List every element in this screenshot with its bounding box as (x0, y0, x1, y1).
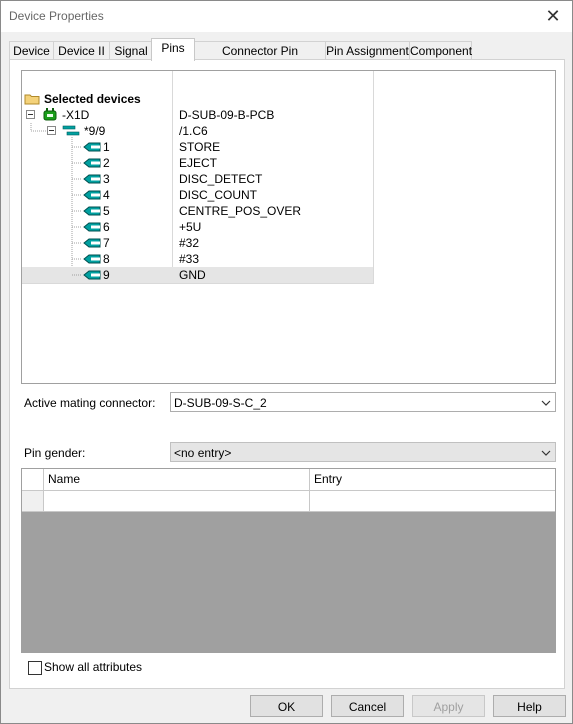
pin-icon (72, 270, 101, 280)
pin-label: 1 (103, 140, 110, 154)
pin-icon (72, 254, 101, 264)
tree-pin-row[interactable]: 8 #33 (22, 251, 373, 267)
tab-component[interactable]: Component (409, 41, 472, 60)
table-header: Name Entry (22, 469, 555, 491)
pin-value: STORE (179, 140, 221, 154)
column-header-name[interactable]: Name (44, 469, 310, 490)
tree-pin-row[interactable]: 3 DISC_DETECT (22, 171, 373, 187)
entry-cell[interactable] (310, 491, 555, 511)
title-bar: Device Properties ✕ (1, 1, 572, 32)
pin-label: 5 (103, 204, 110, 218)
pin-value: CENTRE_POS_OVER (179, 204, 302, 218)
mating-connector-value: D-SUB-09-S-C_2 (174, 396, 267, 410)
pin-label: 6 (103, 220, 110, 234)
tree-pin-row-selected[interactable]: 9 GND (22, 267, 373, 283)
chevron-down-icon[interactable] (541, 393, 551, 419)
pin-value: DISC_COUNT (179, 188, 258, 202)
pin-icon (72, 158, 101, 168)
column-header-entry[interactable]: Entry (310, 469, 555, 490)
pin-value: +5U (179, 220, 202, 234)
pin-value: EJECT (179, 156, 218, 170)
tree-pin-row[interactable]: 5 CENTRE_POS_OVER (22, 203, 373, 219)
tab-signal[interactable]: Signal (109, 41, 153, 60)
close-icon[interactable]: ✕ (542, 5, 564, 27)
mating-connector-select[interactable]: D-SUB-09-S-C_2 (170, 392, 556, 412)
tab-device[interactable]: Device (9, 41, 54, 60)
pin-label: 3 (103, 172, 110, 186)
mating-connector-label: Active mating connector: (24, 396, 156, 410)
tree-pin-row[interactable]: 4 DISC_COUNT (22, 187, 373, 203)
tree-pin-row[interactable]: 2 EJECT (22, 155, 373, 171)
row-header-cell[interactable] (22, 491, 44, 511)
tab-device-ii[interactable]: Device II (53, 41, 110, 60)
pin-label: 7 (103, 236, 110, 250)
device-tree[interactable]: Selected devices -X1D D-SUB-09-B-PCB *9/… (21, 70, 556, 384)
pin-gender-value: <no entry> (174, 446, 232, 460)
tree-grid: Selected devices -X1D D-SUB-09-B-PCB *9/… (22, 71, 374, 284)
cancel-button[interactable]: Cancel (331, 695, 404, 717)
attributes-table[interactable]: Name Entry (21, 468, 556, 653)
pin-icon (72, 206, 101, 216)
show-all-label: Show all attributes (44, 660, 143, 674)
tab-pins[interactable]: Pins (151, 38, 195, 61)
pin-label: 4 (103, 188, 110, 202)
tab-connector-pin-terminals[interactable]: Connector Pin Terminals (194, 41, 326, 76)
pin-label: 8 (103, 252, 110, 266)
tree-pin-row[interactable]: 1 STORE (22, 139, 373, 155)
pin-value: #33 (179, 252, 200, 266)
pin-icon (72, 142, 101, 152)
pin-label: 9 (103, 268, 110, 282)
dialog-window: Device Properties ✕ Device Device II Sig… (0, 0, 573, 724)
pin-value: GND (179, 268, 206, 282)
window-title: Device Properties (9, 9, 104, 23)
apply-button[interactable]: Apply (412, 695, 485, 717)
group-value: /1.C6 (179, 124, 208, 138)
help-button[interactable]: Help (493, 695, 566, 717)
chevron-down-icon[interactable] (541, 443, 551, 469)
pin-value: #32 (179, 236, 200, 250)
pin-icon (72, 238, 101, 248)
table-row[interactable] (22, 491, 555, 512)
show-all-checkbox[interactable] (28, 661, 42, 675)
table-corner-cell (22, 469, 44, 490)
pins-tab-panel: Selected devices -X1D D-SUB-09-B-PCB *9/… (9, 59, 565, 689)
pin-icon (72, 222, 101, 232)
pin-label: 2 (103, 156, 110, 170)
tree-pin-row[interactable]: 7 #32 (22, 235, 373, 251)
pin-icon (72, 190, 101, 200)
pin-icon (72, 174, 101, 184)
name-cell[interactable] (44, 491, 310, 511)
device-value: D-SUB-09-B-PCB (179, 108, 275, 122)
pin-gender-select[interactable]: <no entry> (170, 442, 556, 462)
pin-value: DISC_DETECT (179, 172, 263, 186)
tree-pin-row[interactable]: 6 +5U (22, 219, 373, 235)
tab-pin-assignment[interactable]: Pin Assignment (325, 41, 410, 60)
ok-button[interactable]: OK (250, 695, 323, 717)
pin-gender-label: Pin gender: (24, 446, 86, 460)
